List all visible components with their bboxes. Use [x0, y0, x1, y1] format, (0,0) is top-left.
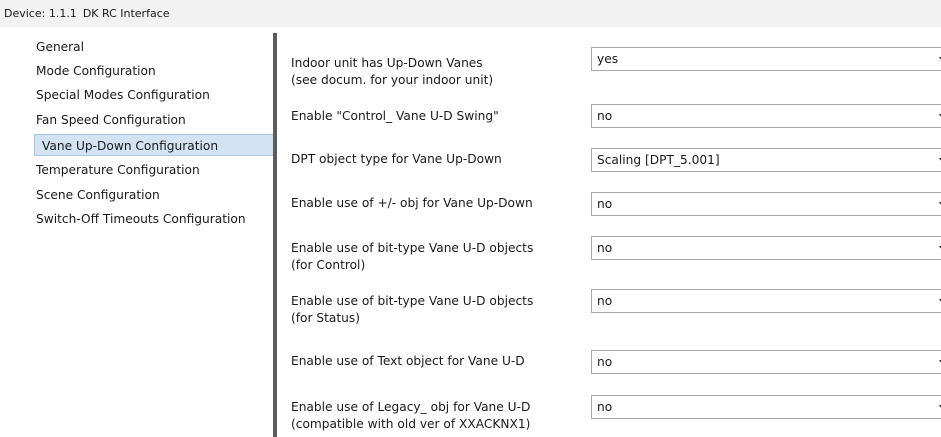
sidebar-item-switch-off-timeouts-configuration[interactable]: Switch-Off Timeouts Configuration: [36, 208, 246, 230]
sidebar-item-special-modes-configuration[interactable]: Special Modes Configuration: [36, 84, 210, 106]
sidebar-item-scene-configuration[interactable]: Scene Configuration: [36, 184, 160, 206]
select-value: no: [597, 197, 613, 211]
param-label-line: Enable use of +/- obj for Vane Up-Down: [291, 196, 533, 210]
select-value: no: [597, 241, 613, 255]
param-label-plus-minus-obj: Enable use of +/- obj for Vane Up-Down: [291, 195, 581, 212]
vane-swing-select[interactable]: no: [591, 104, 941, 128]
plus-minus-obj-select[interactable]: no: [591, 192, 941, 216]
text-object-select[interactable]: no: [591, 350, 941, 374]
up-down-vanes-select[interactable]: yes: [591, 47, 941, 71]
sidebar-item-mode-configuration[interactable]: Mode Configuration: [36, 60, 156, 82]
param-label-text-object: Enable use of Text object for Vane U-D: [291, 353, 581, 370]
param-label-bit-type-control: Enable use of bit-type Vane U-D objects …: [291, 240, 581, 274]
sidebar-item-vane-up-down-configuration[interactable]: Vane Up-Down Configuration: [34, 134, 276, 156]
param-label-up-down-vanes: Indoor unit has Up-Down Vanes (see docum…: [291, 55, 581, 89]
param-label-line: Enable use of bit-type Vane U-D objects: [291, 294, 534, 308]
select-value: Scaling [DPT_5.001]: [597, 153, 720, 167]
device-titlebar: Device: 1.1.1 DK RC Interface: [0, 0, 941, 27]
sidebar-nav: General Mode Configuration Special Modes…: [0, 27, 276, 437]
param-label-line: Enable "Control_ Vane U-D Swing": [291, 109, 499, 123]
select-value: yes: [597, 52, 619, 66]
param-label-dpt-object-type: DPT object type for Vane Up-Down: [291, 151, 581, 168]
bit-type-status-select[interactable]: no: [591, 289, 941, 313]
select-value: no: [597, 355, 613, 369]
param-label-line: DPT object type for Vane Up-Down: [291, 152, 502, 166]
dpt-object-type-select[interactable]: Scaling [DPT_5.001]: [591, 148, 941, 172]
select-value: no: [597, 400, 613, 414]
select-value: no: [597, 294, 613, 308]
device-address: Device: 1.1.1: [4, 7, 77, 20]
param-label-vane-swing: Enable "Control_ Vane U-D Swing": [291, 108, 581, 125]
sidebar-item-fan-speed-configuration[interactable]: Fan Speed Configuration: [36, 109, 186, 131]
param-label-line: Enable use of Legacy_ obj for Vane U-D: [291, 400, 531, 414]
device-name: DK RC Interface: [82, 7, 170, 20]
sidebar-item-general[interactable]: General: [36, 36, 84, 58]
param-label-line: (for Status): [291, 311, 360, 325]
param-label-line: Indoor unit has Up-Down Vanes: [291, 56, 483, 70]
bit-type-control-select[interactable]: no: [591, 236, 941, 260]
param-label-line: (for Control): [291, 258, 366, 272]
param-label-bit-type-status: Enable use of bit-type Vane U-D objects …: [291, 293, 581, 327]
legacy-obj-select[interactable]: no: [591, 395, 941, 419]
parameter-panel: Indoor unit has Up-Down Vanes (see docum…: [277, 27, 941, 437]
sidebar-item-temperature-configuration[interactable]: Temperature Configuration: [36, 159, 200, 181]
param-label-line: (compatible with old ver of XXACKNX1): [291, 417, 531, 431]
param-label-line: Enable use of bit-type Vane U-D objects: [291, 241, 534, 255]
param-label-line: Enable use of Text object for Vane U-D: [291, 354, 525, 368]
select-value: no: [597, 109, 613, 123]
param-label-legacy-obj: Enable use of Legacy_ obj for Vane U-D (…: [291, 399, 581, 433]
param-label-line: (see docum. for your indoor unit): [291, 73, 494, 87]
